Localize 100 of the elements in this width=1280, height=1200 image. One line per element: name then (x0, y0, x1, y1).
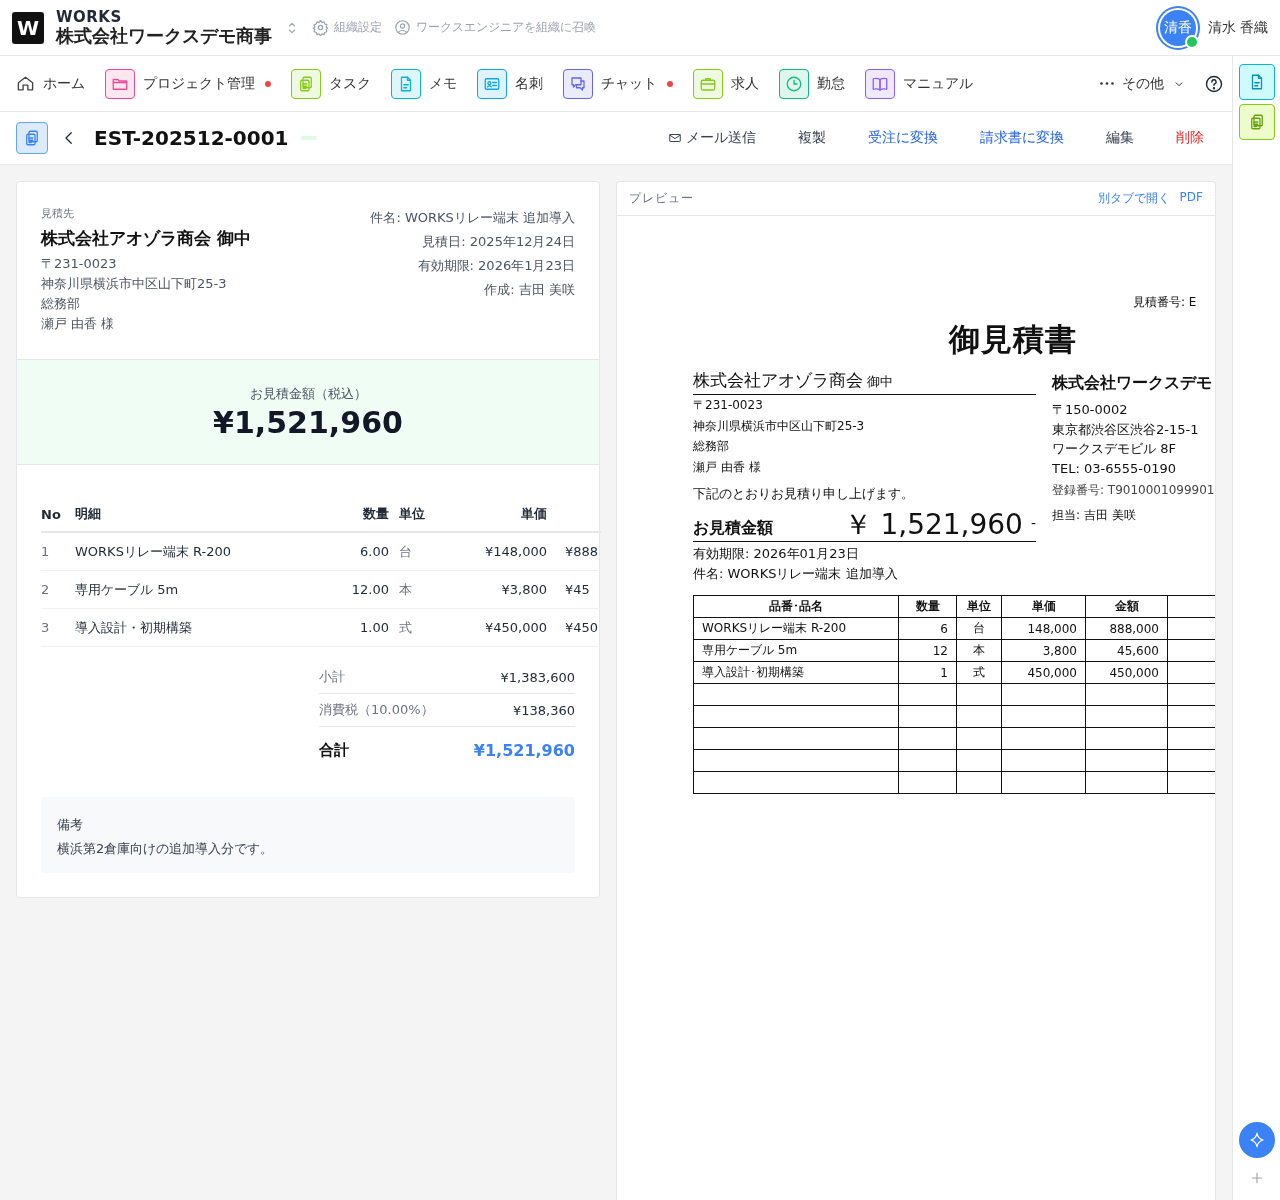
home-icon (16, 74, 35, 93)
nav-link[interactable]: 名刺 (515, 74, 543, 93)
nav-link[interactable]: チャット (601, 74, 657, 93)
action-link[interactable]: 削除 (1176, 129, 1204, 147)
table-cell: 888,000 (1085, 617, 1168, 640)
column-header: 品番･品名 (693, 595, 899, 618)
meta-line: 有効期限: 2026年1月23日 (416, 257, 575, 275)
table-cell: 148,000 (1001, 617, 1086, 640)
address-line: 総務部 (41, 295, 81, 313)
app-tile[interactable] (865, 68, 895, 99)
address-line: ワークスデモビル 8F (1052, 440, 1177, 458)
app-tile[interactable] (563, 68, 593, 99)
address-line: 神奈川県横浜市中区山下町25-3 (41, 275, 228, 293)
nav-link[interactable]: メモ (429, 74, 457, 93)
table-cell: 式 (956, 661, 1002, 684)
table-cell-text: 3 (41, 620, 51, 635)
table-cell: 導入設計･初期構築 (693, 661, 899, 684)
app-tile[interactable] (779, 68, 809, 99)
column-header: 単位 (398, 505, 426, 523)
table-cell: 専用ケーブル 5m (693, 639, 899, 662)
nav-link[interactable]: タスク (329, 74, 371, 93)
clipboard-icon (23, 129, 41, 147)
user-icon (394, 19, 411, 36)
app-tile[interactable] (105, 68, 135, 99)
company-name: 株式会社ワークスデモ (1052, 373, 1213, 394)
settings-icon (312, 19, 329, 36)
action-link[interactable]: 受注に変換 (868, 129, 938, 147)
memo-panel-button[interactable] (1238, 64, 1275, 100)
column-header: 数量 (898, 595, 957, 618)
table-cell: WORKSリレー端末 R-200 (693, 617, 899, 640)
nav-link[interactable]: ホーム (43, 74, 85, 93)
staff-name: 担当: 吉田 美咲 (1052, 507, 1137, 524)
assistant-button[interactable] (1238, 1122, 1275, 1158)
preview-link[interactable]: 別タブで開く (1097, 190, 1170, 207)
subject-text: 件名: WORKSリレー端末 追加導入 (693, 565, 899, 583)
app-tile[interactable] (477, 68, 507, 99)
column-header: No (41, 506, 62, 522)
app-tile[interactable] (391, 68, 421, 99)
total-label: お見積金額 (693, 518, 773, 539)
logo: W (12, 11, 44, 44)
honorific: 御中 (867, 374, 893, 389)
meta-line: 作成: 吉田 美咲 (483, 281, 575, 299)
more-icon (1100, 82, 1114, 85)
total-amount: ￥ 1,521,960 (843, 509, 1023, 541)
nav-link[interactable]: 求人 (731, 74, 759, 93)
app-tile[interactable] (291, 68, 321, 99)
notes-label: 備考 (57, 816, 84, 834)
table-cell-text: ¥148,000 (483, 544, 547, 559)
table-cell: 12 (898, 639, 957, 662)
nav-link[interactable]: プロジェクト管理 (143, 74, 255, 93)
table-cell-text: ¥3,800 (500, 582, 547, 597)
table-cell: 台 (956, 617, 1002, 640)
summary-label: 合計 (319, 740, 349, 760)
nav-link[interactable]: マニュアル (903, 74, 973, 93)
summary-value: ¥1,521,960 (473, 740, 575, 760)
table-cell: 6 (898, 617, 957, 640)
address-line: 神奈川県横浜市中区山下町25-3 (693, 417, 866, 435)
nav-link[interactable]: 勤怠 (817, 74, 845, 93)
preview-title: プレビュー (629, 190, 694, 207)
table-cell-text: ¥45 (564, 582, 591, 597)
address-line: 〒231-0023 (41, 255, 118, 273)
task-panel-button[interactable] (1238, 104, 1275, 140)
estimate-icon-button[interactable] (16, 122, 48, 154)
table-cell-text: 1.00 (359, 620, 389, 635)
more-menu[interactable]: その他 (1122, 74, 1164, 93)
registration-number: 登録番号: T9010001099901 (1052, 482, 1215, 499)
total-amount: ¥1,521,960 (213, 404, 403, 440)
summary-value: ¥138,360 (512, 702, 575, 718)
preview-link[interactable]: PDF (1179, 190, 1203, 207)
table-cell-text: ¥888 (564, 544, 600, 559)
summary-label: 消費税（10.00%） (319, 701, 434, 719)
column-header: 単価 (520, 505, 547, 523)
validity-text: 有効期限: 2026年01月23日 (693, 545, 860, 563)
summary-label: 小計 (319, 668, 345, 686)
table-cell-text: 本 (398, 580, 413, 599)
estimate-number: 見積番号: E (1132, 294, 1198, 311)
total-label: お見積金額（税込） (249, 384, 367, 403)
column-header: 数量 (362, 505, 389, 523)
action-link[interactable]: 請求書に変換 (980, 129, 1064, 147)
action-link[interactable]: 編集 (1106, 129, 1134, 147)
action-link[interactable]: 複製 (798, 129, 826, 147)
mail-icon (668, 131, 682, 145)
notes-text: 横浜第2倉庫向けの追加導入分です。 (57, 840, 275, 858)
app-tile[interactable] (693, 68, 723, 99)
action-link[interactable]: メール送信 (686, 129, 756, 147)
table-cell-text: WORKSリレー端末 R-200 (75, 542, 233, 561)
table-cell: 3,800 (1001, 639, 1086, 662)
table-cell-text: ¥450,000 (483, 620, 547, 635)
table-cell: 本 (956, 639, 1002, 662)
address-line: TEL: 03-6555-0190 (1052, 459, 1177, 478)
total-suffix: - (1030, 515, 1036, 533)
table-cell-text: 台 (398, 542, 413, 561)
address-line: 瀬戸 由香 様 (693, 458, 762, 476)
brand-name: WORKS (56, 9, 122, 26)
meta-line: 見積日: 2025年12月24日 (421, 233, 575, 251)
table-cell-text: 12.00 (350, 582, 389, 597)
table-cell: 450,000 (1001, 661, 1086, 684)
table-cell: 450,000 (1085, 661, 1168, 684)
address-line: 〒231-0023 (693, 397, 764, 414)
help-icon[interactable] (1204, 73, 1224, 94)
